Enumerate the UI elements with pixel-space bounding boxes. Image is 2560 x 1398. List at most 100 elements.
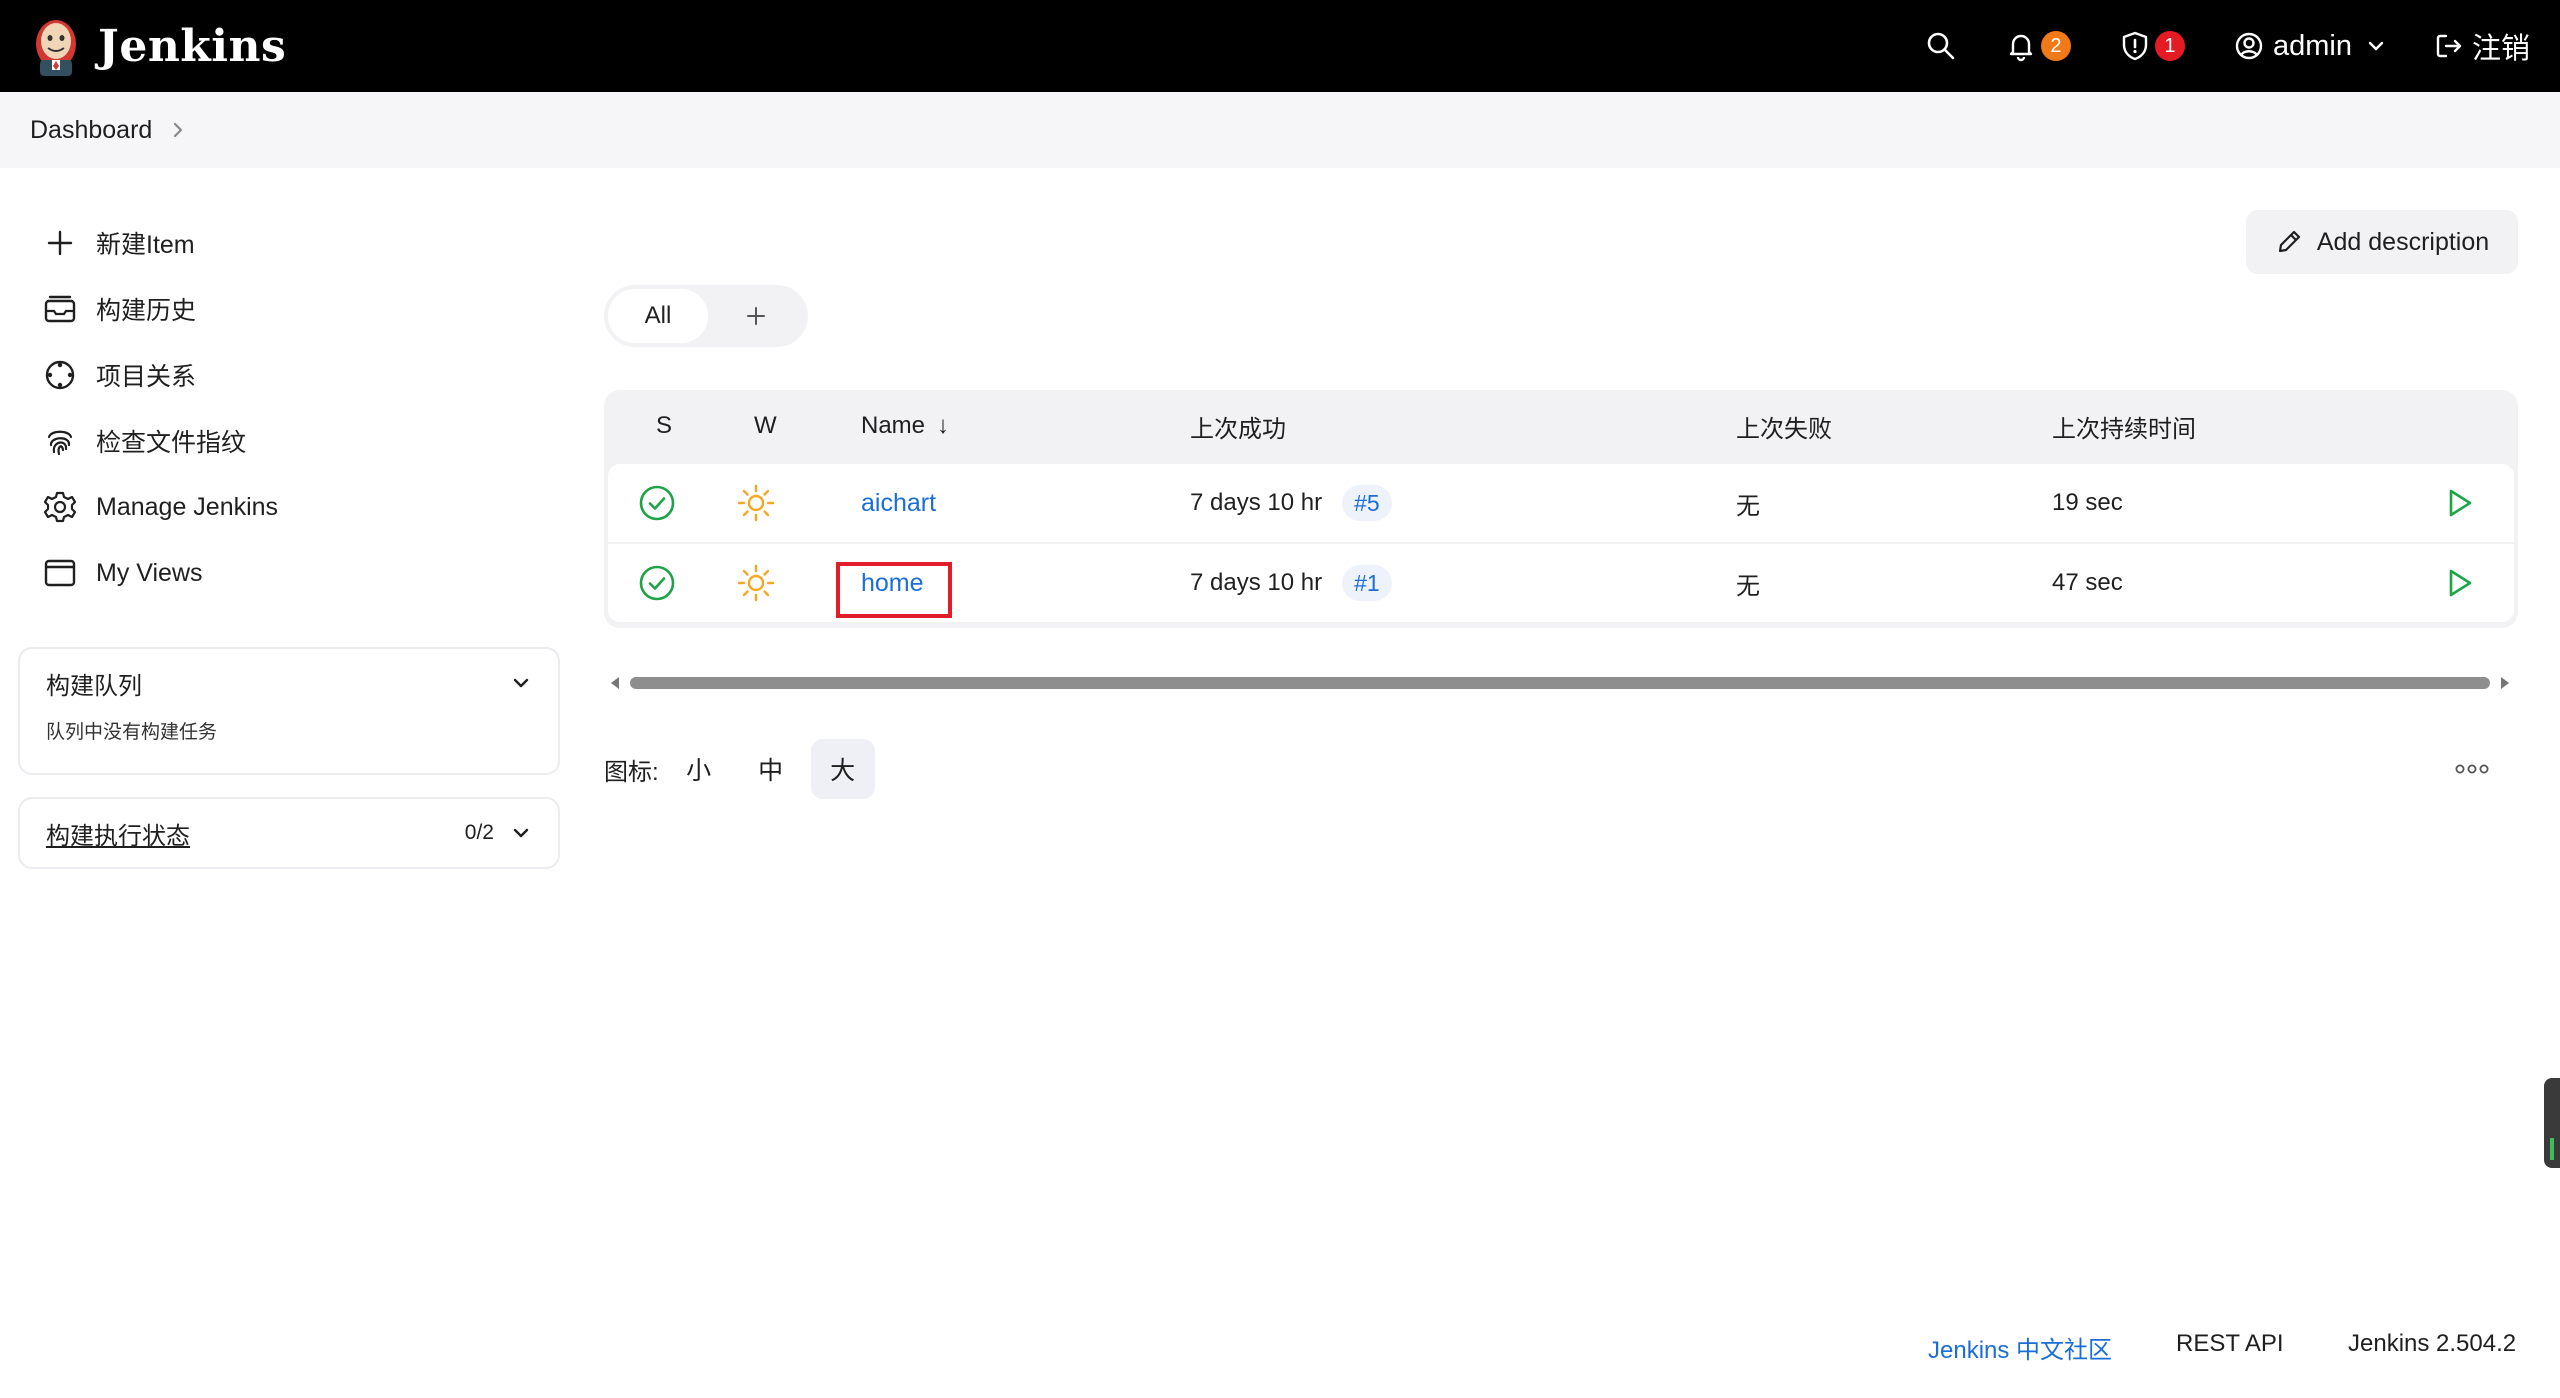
play-icon (2449, 489, 2472, 517)
sidebar-item-project-relationship[interactable]: 项目关系 (0, 342, 560, 408)
sidebar-item-my-views[interactable]: My Views (0, 540, 560, 606)
logout-button[interactable]: 注销 (2434, 25, 2530, 67)
chevron-down-icon[interactable] (510, 822, 532, 844)
logout-icon (2436, 34, 2462, 58)
schedule-build-button[interactable] (2442, 464, 2476, 542)
column-header-weather[interactable]: W (754, 390, 777, 462)
chevron-down-icon (2368, 41, 2384, 51)
last-duration: 47 sec (2052, 569, 2123, 596)
executors-header[interactable]: 构建执行状态 0/2 (20, 799, 558, 867)
search-button[interactable] (1925, 30, 1957, 62)
breadcrumb: Dashboard (0, 92, 2560, 168)
tab-all[interactable]: All (608, 289, 708, 343)
bell-icon (2009, 34, 2033, 62)
shield-icon (2122, 31, 2148, 61)
new-view-button[interactable] (708, 289, 804, 343)
status-success-icon (638, 464, 676, 542)
play-icon (2449, 569, 2472, 597)
scroll-right-icon[interactable] (2498, 676, 2512, 690)
security-badge: 1 (2154, 31, 2185, 61)
build-number-link[interactable]: #1 (1342, 565, 1392, 601)
icon-size-medium[interactable]: 中 (739, 739, 803, 799)
build-number-link[interactable]: #5 (1342, 485, 1392, 521)
pencil-icon (2278, 230, 2300, 253)
status-success-icon (638, 544, 676, 622)
build-queue-header[interactable]: 构建队列 (20, 649, 558, 717)
user-menu[interactable]: admin (2233, 30, 2386, 63)
plus-icon (47, 230, 73, 256)
breadcrumb-dashboard[interactable]: Dashboard (30, 116, 152, 145)
sidebar-item-fingerprint[interactable]: 检查文件指纹 (0, 408, 560, 474)
user-name: admin (2272, 29, 2352, 62)
table-row: home 7 days 10 hr #1 无 47 sec (608, 544, 2514, 622)
build-queue-pane: 构建队列 队列中没有构建任务 (18, 647, 560, 775)
executors-pane: 构建执行状态 0/2 (18, 797, 560, 869)
footer-version[interactable]: Jenkins 2.504.2 (2348, 1330, 2516, 1358)
weather-sunny-icon (736, 464, 776, 542)
scroll-left-icon[interactable] (608, 676, 622, 690)
jenkins-logo-icon (36, 20, 76, 76)
search-icon (1927, 32, 1955, 60)
sidebar-item-new-item[interactable]: 新建Item (0, 210, 560, 276)
last-success-time: 7 days 10 hr (1190, 489, 1323, 516)
icon-size-selector: 图标: 小 中 大 (604, 738, 875, 800)
executors-title-link[interactable]: 构建执行状态 (46, 816, 190, 851)
chevron-down-icon[interactable] (510, 672, 532, 694)
sort-arrow-icon: ↓ (937, 412, 950, 439)
notifications-button[interactable]: 2 (2005, 30, 2071, 62)
column-header-last-success[interactable]: 上次成功 (1190, 390, 1286, 462)
add-description-button[interactable]: Add description (2246, 210, 2518, 274)
add-description-label: Add description (2316, 227, 2490, 256)
last-success-time: 7 days 10 hr (1190, 569, 1323, 596)
build-queue-empty: 队列中没有构建任务 (46, 722, 218, 743)
footer-community-link[interactable]: Jenkins 中文社区 (1928, 1330, 2112, 1365)
more-options-icon[interactable] (2454, 756, 2490, 782)
sidebar-item-build-history[interactable]: 构建历史 (0, 276, 560, 342)
window-icon (44, 559, 76, 587)
sidebar-item-label: 项目关系 (96, 363, 197, 391)
jenkins-home-link[interactable]: Jenkins (30, 14, 286, 78)
logout-label: 注销 (2471, 33, 2530, 65)
page-footer: Jenkins 中文社区 REST API Jenkins 2.504.2 (0, 1322, 2560, 1368)
column-header-name-label: Name (861, 412, 926, 439)
sidebar-item-manage-jenkins[interactable]: Manage Jenkins (0, 474, 560, 540)
column-header-last-duration[interactable]: 上次持续时间 (2052, 390, 2196, 462)
horizontal-scrollbar[interactable] (604, 672, 2516, 694)
security-button[interactable]: 1 (2119, 30, 2185, 62)
scrollbar-thumb[interactable] (630, 677, 2490, 689)
brand-name: Jenkins (98, 20, 287, 72)
floating-side-widget[interactable] (2544, 1078, 2560, 1168)
sidebar-item-label: Manage Jenkins (96, 492, 279, 521)
job-link-aichart[interactable]: aichart (861, 489, 936, 518)
gear-icon (43, 491, 77, 523)
sidebar-item-label: 检查文件指纹 (96, 429, 247, 457)
user-icon (2235, 32, 2263, 60)
icon-size-small[interactable]: 小 (667, 739, 731, 799)
notifications-badge: 2 (2040, 31, 2071, 61)
icon-size-label: 图标: (604, 758, 659, 786)
last-failure: 无 (1736, 492, 1760, 520)
build-queue-title: 构建队列 (46, 672, 142, 700)
sidebar-item-label: 构建历史 (96, 297, 197, 325)
column-header-status[interactable]: S (656, 390, 672, 462)
view-tabs: All (604, 285, 808, 347)
executors-count: 0/2 (464, 821, 494, 844)
sidebar-item-label: 新建Item (96, 231, 195, 259)
column-header-last-failure[interactable]: 上次失败 (1736, 390, 1832, 462)
relationship-icon (45, 360, 75, 390)
schedule-build-button[interactable] (2442, 544, 2476, 622)
last-failure: 无 (1736, 572, 1760, 600)
jobs-table: S W Name ↓ 上次成功 上次失败 上次持续时间 aichart 7 da… (604, 390, 2518, 628)
history-icon (44, 295, 76, 323)
fingerprint-icon (47, 430, 73, 456)
sidebar: 新建Item 构建历史 项目关系 检查文件指纹 Manage Jenkins M… (0, 210, 560, 606)
chevron-right-icon[interactable] (170, 120, 186, 140)
plus-icon (747, 307, 765, 325)
icon-size-large[interactable]: 大 (810, 739, 875, 799)
table-row: aichart 7 days 10 hr #5 无 19 sec (608, 464, 2514, 542)
footer-rest-api-link[interactable]: REST API (2176, 1330, 2284, 1358)
weather-sunny-icon (736, 544, 776, 622)
job-link-home[interactable]: home (861, 569, 924, 598)
column-header-name[interactable]: Name ↓ (861, 390, 949, 462)
last-duration: 19 sec (2052, 489, 2123, 516)
